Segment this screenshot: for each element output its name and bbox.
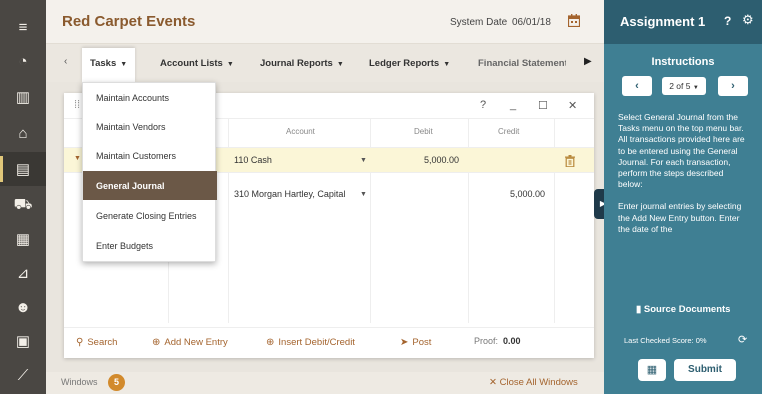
close-icon[interactable]: ✕ xyxy=(568,99,577,112)
instructions-paragraph: Select General Journal from the Tasks me… xyxy=(618,112,745,190)
delete-row-icon[interactable] xyxy=(565,155,575,167)
menu-tasks[interactable]: Tasks ▼ xyxy=(82,48,136,82)
close-all-windows-button[interactable]: ✕ Close All Windows xyxy=(489,377,578,388)
minimize-icon[interactable]: _ xyxy=(510,99,516,111)
menu-item-maintain-vendors[interactable]: Maintain Vendors xyxy=(83,112,217,141)
prev-page-button[interactable]: ‹ xyxy=(622,76,652,96)
add-new-entry-button[interactable]: ⊕ Add New Entry xyxy=(152,337,228,348)
gear-icon[interactable]: ⚙ xyxy=(742,12,754,28)
row-account[interactable]: 110 Cash xyxy=(234,155,272,165)
menu-item-enter-budgets[interactable]: Enter Budgets xyxy=(83,231,217,260)
assignment-panel: Assignment 1 ? ⚙ Instructions ‹ 2 of 5 ▼… xyxy=(604,0,762,394)
maximize-icon[interactable]: ☐ xyxy=(538,99,548,112)
proof-label: Proof: xyxy=(474,336,499,346)
chart-icon[interactable]: ⟋ xyxy=(0,358,46,392)
calculator-button[interactable]: ▦ xyxy=(638,359,666,381)
menu-journal-reports[interactable]: Journal Reports ▼ xyxy=(260,58,344,69)
assignment-header: Assignment 1 ? ⚙ xyxy=(604,0,762,44)
menu-ledger-reports[interactable]: Ledger Reports ▼ xyxy=(369,58,450,69)
windows-count-badge[interactable]: 5 xyxy=(108,374,125,391)
document-icon: ▮ xyxy=(636,304,644,315)
buildings-icon[interactable]: ▥ xyxy=(0,80,46,114)
post-arrow-icon: ➤ xyxy=(400,337,409,348)
bank-icon[interactable]: ⌂ xyxy=(0,116,46,150)
people-icon[interactable]: ☻ xyxy=(0,290,46,324)
dashboard-icon[interactable]: ◔ xyxy=(0,44,46,78)
proof-value: 0.00 xyxy=(503,336,521,346)
row-account[interactable]: 310 Morgan Hartley, Capital xyxy=(234,189,345,199)
inventory-icon[interactable]: ▦ xyxy=(0,222,46,256)
page-select[interactable]: 2 of 5 ▼ xyxy=(662,77,706,95)
menu-account-lists[interactable]: Account Lists ▼ xyxy=(160,58,234,69)
refresh-icon[interactable]: ⟳ xyxy=(738,333,747,346)
cart-icon[interactable]: ⛟ xyxy=(0,188,46,222)
menu-financial-statements[interactable]: Financial Statements xyxy=(478,58,566,69)
account-dropdown-icon[interactable]: ▼ xyxy=(360,157,367,164)
last-checked-score: Last Checked Score: 0% xyxy=(624,336,707,345)
row-credit[interactable]: 5,000.00 xyxy=(510,189,545,199)
add-circle-icon: ⊕ xyxy=(266,337,275,348)
help-icon[interactable]: ? xyxy=(724,14,731,28)
company-title: Red Carpet Events xyxy=(62,13,196,30)
column-header-credit: Credit xyxy=(498,127,520,136)
tasks-dropdown-menu: Maintain Accounts Maintain Vendors Maint… xyxy=(82,82,217,262)
drag-handle-icon[interactable]: ⁞⁞ xyxy=(74,99,80,111)
instructions-text: Select General Journal from the Tasks me… xyxy=(618,112,750,278)
windows-label: Windows xyxy=(61,377,98,387)
left-icon-rail: ≡ ◔ ▥ ⌂ ▤ ⛟ ▦ ⊿ ☻ ▣ ⟋ xyxy=(0,0,46,394)
menu-item-generate-closing-entries[interactable]: Generate Closing Entries xyxy=(83,201,217,230)
hamburger-menu-icon[interactable]: ≡ xyxy=(0,10,46,44)
search-icon: ⚲ xyxy=(76,337,84,348)
dolly-icon[interactable]: ⊿ xyxy=(0,256,46,290)
menu-item-maintain-accounts[interactable]: Maintain Accounts xyxy=(83,83,217,112)
add-circle-icon: ⊕ xyxy=(152,337,161,348)
calendar-icon[interactable] xyxy=(568,14,580,27)
menu-item-general-journal[interactable]: General Journal xyxy=(83,171,217,200)
help-icon[interactable]: ? xyxy=(480,99,486,111)
column-header-debit: Debit xyxy=(414,127,433,136)
menu-scroll-left-icon[interactable]: ‹ xyxy=(64,56,67,67)
row-expand-icon[interactable]: ▼ xyxy=(74,155,81,162)
assignment-title: Assignment 1 xyxy=(620,14,706,29)
account-dropdown-icon[interactable]: ▼ xyxy=(360,191,367,198)
next-page-button[interactable]: › xyxy=(718,76,748,96)
calculator-icon[interactable]: ▣ xyxy=(0,324,46,358)
ledger-book-icon[interactable]: ▤ xyxy=(0,152,46,186)
row-debit[interactable]: 5,000.00 xyxy=(424,155,459,165)
bottom-bar: Windows 5 ✕ Close All Windows xyxy=(46,372,604,394)
menu-scroll-right-icon[interactable]: ▶ xyxy=(584,56,592,67)
insert-debit-credit-button[interactable]: ⊕ Insert Debit/Credit xyxy=(266,337,355,348)
system-date-label: System Date xyxy=(450,17,508,28)
menu-bar: ‹ Tasks ▼ Account Lists ▼ Journal Reports ▼… xyxy=(46,44,604,82)
submit-button[interactable]: Submit xyxy=(674,359,736,381)
column-header-account: Account xyxy=(286,127,315,136)
menu-item-maintain-customers[interactable]: Maintain Customers xyxy=(83,141,217,170)
source-documents-button[interactable]: ▮ Source Documents xyxy=(636,304,730,315)
instructions-title: Instructions xyxy=(651,56,715,68)
search-button[interactable]: ⚲ Search xyxy=(76,337,117,348)
app-header: Red Carpet Events System Date 06/01/18 xyxy=(46,0,604,44)
close-icon: ✕ xyxy=(489,377,500,388)
instructions-paragraph: Enter journal entries by selecting the A… xyxy=(618,201,742,234)
system-date-value: 06/01/18 xyxy=(512,17,551,28)
post-button[interactable]: ➤ Post xyxy=(400,337,431,348)
